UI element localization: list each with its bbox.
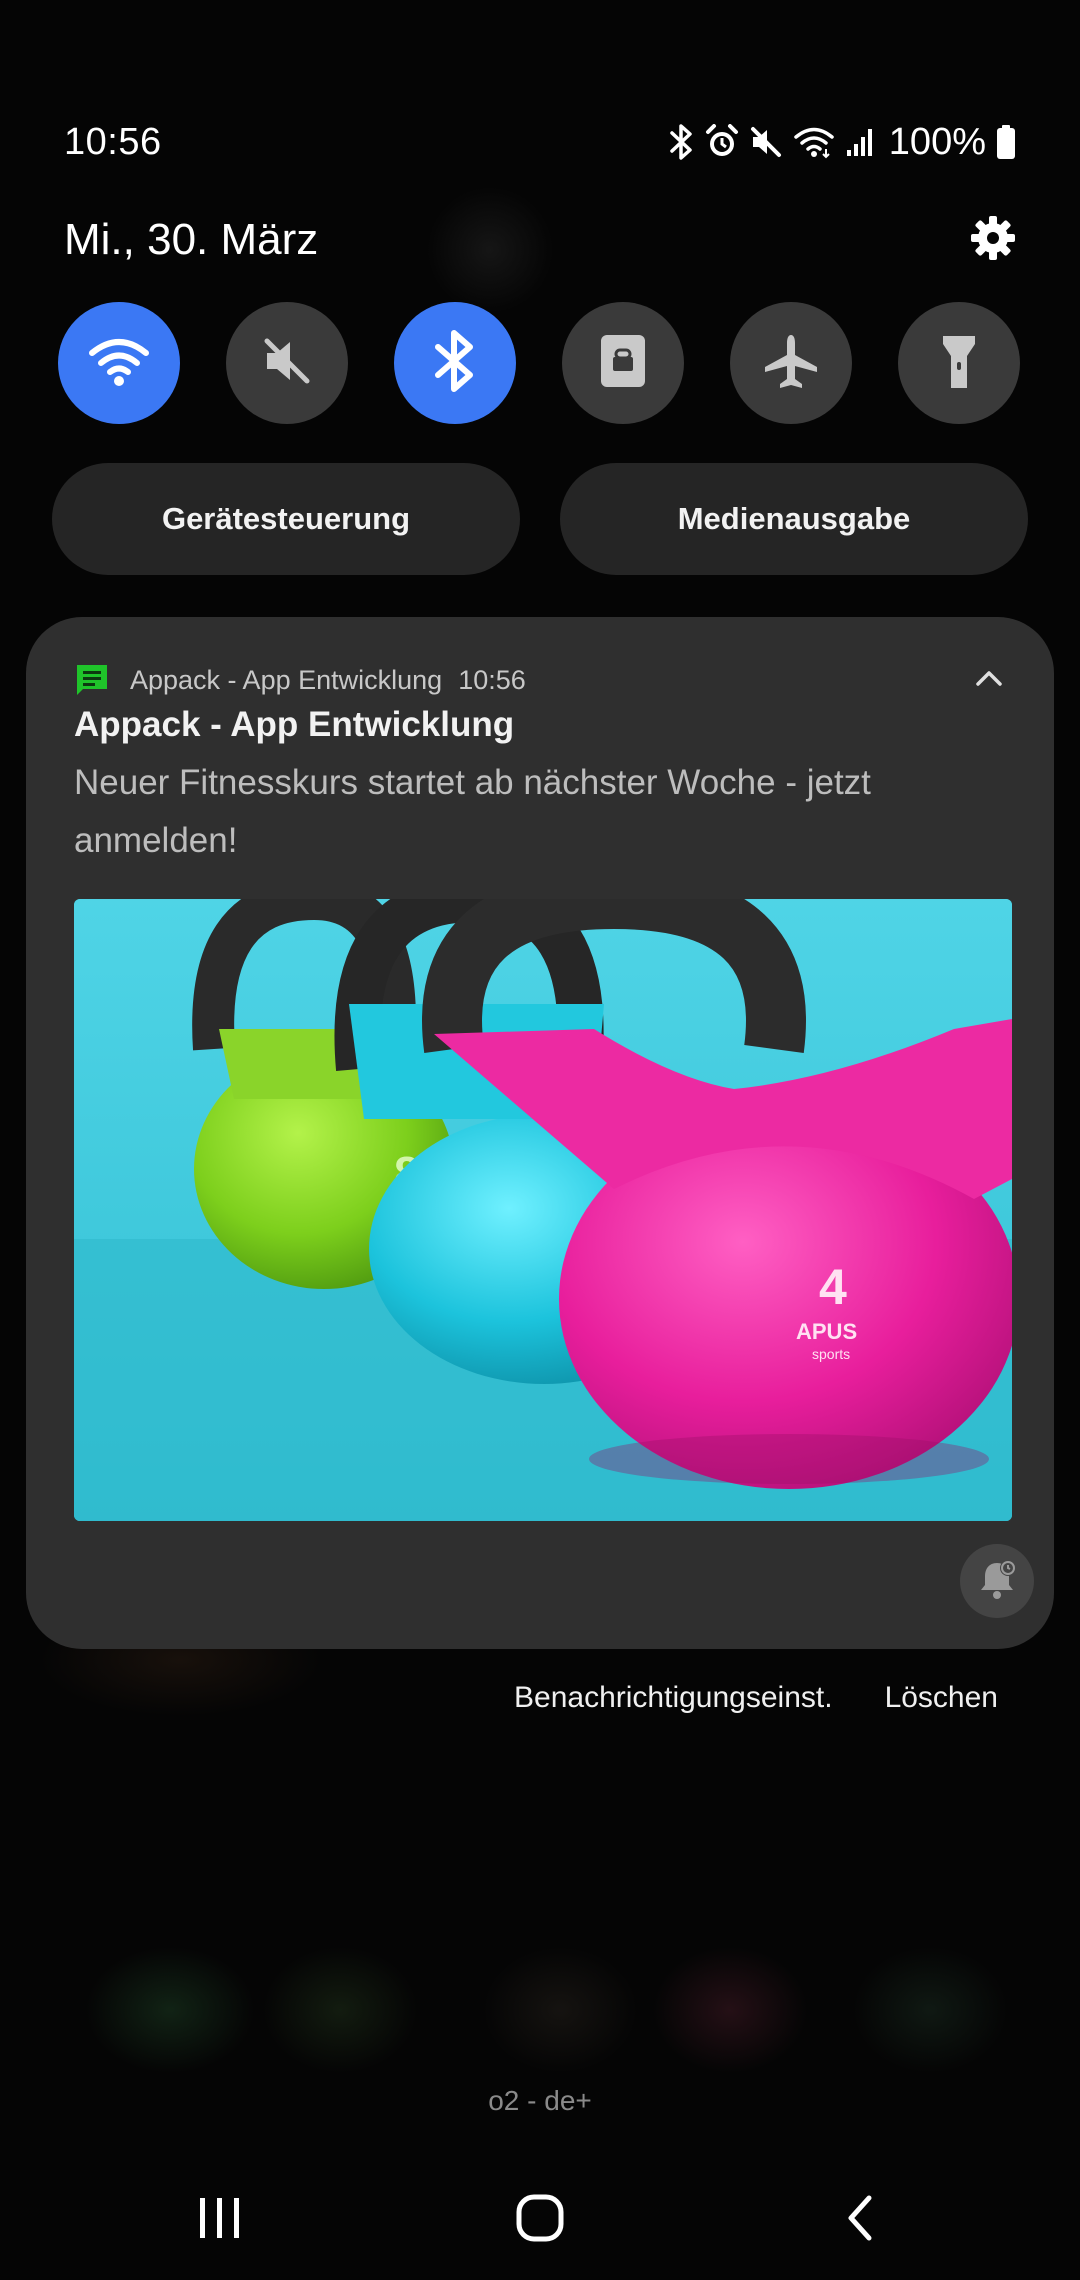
status-icons: 100% xyxy=(669,121,1016,164)
toggle-airplane-mode[interactable] xyxy=(730,302,852,424)
clear-button[interactable]: Löschen xyxy=(885,1681,998,1715)
gear-icon xyxy=(969,214,1017,267)
back-icon xyxy=(845,2194,875,2247)
chevron-up-icon xyxy=(974,668,1004,693)
carrier-label: o2 - de+ xyxy=(488,2085,592,2116)
snooze-button[interactable] xyxy=(960,1544,1034,1618)
date-row: Mi., 30. März xyxy=(64,205,1016,275)
toggle-screen-lock[interactable] xyxy=(562,302,684,424)
pink-weight-label: 4 xyxy=(819,1259,847,1315)
airplane-icon xyxy=(761,331,821,396)
collapse-button[interactable] xyxy=(964,655,1014,705)
toggle-wifi[interactable] xyxy=(58,302,180,424)
wifi-icon xyxy=(793,125,835,159)
back-button[interactable] xyxy=(800,2180,920,2260)
navigation-bar xyxy=(0,2180,1080,2260)
notification-header: Appack - App Entwicklung 10:56 xyxy=(74,655,1014,705)
lock-icon xyxy=(598,332,648,395)
notification-title: Appack - App Entwicklung xyxy=(74,705,515,744)
quick-panel-pills: Gerätesteuerung Medienausgabe xyxy=(52,463,1028,575)
status-bar: 10:56 100% xyxy=(64,112,1016,172)
notification-image[interactable]: 8 4 APUS sports xyxy=(74,899,1012,1521)
wifi-icon xyxy=(88,335,150,392)
message-icon xyxy=(74,662,110,698)
settings-button[interactable] xyxy=(958,205,1028,275)
bluetooth-icon xyxy=(669,123,695,161)
flashlight-icon xyxy=(939,330,979,397)
mute-icon xyxy=(259,333,315,394)
brand-label: APUS xyxy=(796,1319,857,1344)
alarm-icon xyxy=(705,124,739,160)
toggle-flashlight[interactable] xyxy=(898,302,1020,424)
snooze-bell-icon xyxy=(975,1557,1019,1606)
toggle-bluetooth[interactable] xyxy=(394,302,516,424)
status-time: 10:56 xyxy=(64,120,162,163)
bluetooth-icon xyxy=(432,329,478,398)
toggle-sound[interactable] xyxy=(226,302,348,424)
battery-icon xyxy=(996,124,1016,160)
kettlebell-photo: 8 4 APUS sports xyxy=(74,899,1012,1521)
date-label: Mi., 30. März xyxy=(64,215,319,264)
notification-actions: Benachrichtigungseinst. Löschen xyxy=(514,1670,998,1726)
notification-card[interactable]: Appack - App Entwicklung 10:56 Appack - … xyxy=(26,617,1054,1649)
notification-time: 10:56 xyxy=(458,664,526,695)
recent-apps-icon xyxy=(197,2196,243,2245)
home-button[interactable] xyxy=(480,2180,600,2260)
brand-sub-label: sports xyxy=(812,1346,850,1362)
mute-icon xyxy=(749,125,783,159)
quick-toggles xyxy=(58,302,1020,424)
notification-text: Neuer Fitnesskurs startet ab nächster Wo… xyxy=(74,763,871,860)
notification-shade: 10:56 100% Mi., 30. März Gerätesteuerung… xyxy=(0,0,1080,2280)
home-icon xyxy=(515,2193,565,2248)
notification-settings-button[interactable]: Benachrichtigungseinst. xyxy=(514,1681,833,1715)
media-output-button[interactable]: Medienausgabe xyxy=(560,463,1028,575)
notification-app-name: Appack - App Entwicklung xyxy=(130,664,443,695)
battery-percent: 100% xyxy=(888,120,986,163)
recent-apps-button[interactable] xyxy=(160,2180,280,2260)
device-control-button[interactable]: Gerätesteuerung xyxy=(52,463,520,575)
signal-icon xyxy=(845,126,875,158)
